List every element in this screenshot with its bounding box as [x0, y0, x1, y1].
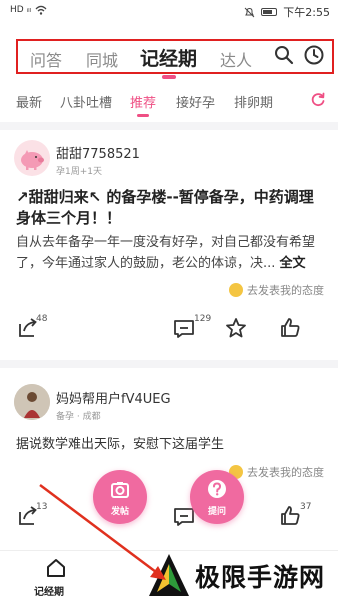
category-conceive[interactable]: 接好孕 — [176, 92, 215, 111]
status-time: 下午2:55 — [283, 6, 330, 19]
emoji-icon — [229, 283, 243, 297]
category-latest[interactable]: 最新 — [16, 92, 42, 111]
home-icon — [47, 559, 65, 577]
search-icon[interactable] — [272, 43, 296, 67]
category-gossip[interactable]: 八卦吐槽 — [60, 92, 112, 111]
status-bar: HD ᵢₗₗ 下午2:55 — [0, 0, 338, 24]
like-icon[interactable] — [278, 316, 302, 340]
attitude-text: 去发表我的态度 — [247, 466, 324, 479]
post-button[interactable]: 发帖 — [93, 470, 147, 524]
mute-icon — [244, 7, 255, 17]
comment-icon[interactable] — [172, 316, 196, 340]
status-signal: HD ᵢₗₗ — [10, 5, 47, 15]
clock-icon[interactable] — [302, 43, 326, 67]
tab-local[interactable]: 同城 — [86, 47, 118, 71]
post-body-text: 自从去年备孕一年一度没有好孕，对自己都没有希望了，今年通过家人的鼓励，老公的体谅… — [16, 235, 316, 271]
bottom-tab-label: 记经期 — [34, 587, 64, 598]
post-card[interactable]: 妈妈帮用户fV4UEG 备孕 · 成都 据说数学难出天际，安慰下这届学生 去发表… — [0, 368, 338, 550]
user-name[interactable]: 妈妈帮用户fV4UEG — [56, 388, 171, 407]
category-bar: 最新 八卦吐槽 推荐 接好孕 排卵期 — [0, 88, 338, 117]
top-nav: 问答 同城 记经期 达人 — [16, 39, 336, 79]
post-title[interactable]: ↗甜甜归来↖ 的备孕楼--暂停备孕，中药调理身体三个月！！ — [16, 187, 326, 229]
avatar[interactable] — [14, 140, 50, 176]
tab-qa[interactable]: 问答 — [30, 47, 62, 71]
ask-button[interactable]: 提问 — [190, 470, 244, 524]
status-right: 下午2:55 — [244, 4, 330, 20]
post-actions: 48 129 — [0, 314, 338, 346]
user-avatar-icon — [14, 384, 50, 420]
attitude-prompt[interactable]: 去发表我的态度 — [229, 282, 324, 298]
watermark-text: 极限手游网 — [195, 563, 326, 592]
share-count: 48 — [36, 314, 48, 324]
like-count: 37 — [300, 502, 312, 512]
tab-experts[interactable]: 达人 — [220, 47, 252, 71]
post-button-label: 发帖 — [110, 507, 129, 517]
category-recommended[interactable]: 推荐 — [130, 92, 156, 117]
like-icon[interactable] — [278, 504, 302, 528]
wifi-icon — [35, 5, 47, 15]
share-count: 13 — [36, 502, 48, 512]
post-card[interactable]: 甜甜7758521 孕1周+1天 ↗甜甜归来↖ 的备孕楼--暂停备孕，中药调理身… — [0, 130, 338, 360]
user-meta: 孕1周+1天 — [56, 167, 102, 177]
tab-period[interactable]: 记经期 — [140, 44, 197, 79]
question-icon — [208, 480, 226, 498]
post-body[interactable]: 据说数学难出天际，安慰下这届学生 — [16, 434, 331, 455]
watermark: 极限手游网 — [143, 552, 338, 600]
signal-text: HD ᵢₗₗ — [10, 5, 32, 15]
divider — [0, 360, 338, 368]
user-meta: 备孕 · 成都 — [56, 412, 101, 422]
refresh-icon[interactable] — [310, 91, 326, 107]
category-ovulation[interactable]: 排卵期 — [234, 92, 273, 111]
post-actions: 13 37 — [0, 502, 338, 534]
star-icon[interactable] — [224, 316, 248, 340]
post-body[interactable]: 自从去年备孕一年一度没有好孕，对自己都没有希望了，今年通过家人的鼓励，老公的体谅… — [16, 232, 331, 274]
avatar[interactable] — [14, 384, 50, 420]
pig-avatar-icon — [21, 150, 44, 170]
watermark-logo-icon — [149, 554, 189, 596]
divider — [0, 122, 338, 130]
attitude-text: 去发表我的态度 — [247, 284, 324, 297]
user-name[interactable]: 甜甜7758521 — [56, 143, 140, 162]
battery-icon — [261, 8, 278, 16]
attitude-prompt[interactable]: 去发表我的态度 — [229, 464, 324, 480]
ask-button-label: 提问 — [207, 507, 226, 517]
camera-icon — [111, 482, 129, 498]
full-text-link[interactable]: 全文 — [280, 256, 306, 271]
comment-count: 129 — [194, 314, 212, 324]
